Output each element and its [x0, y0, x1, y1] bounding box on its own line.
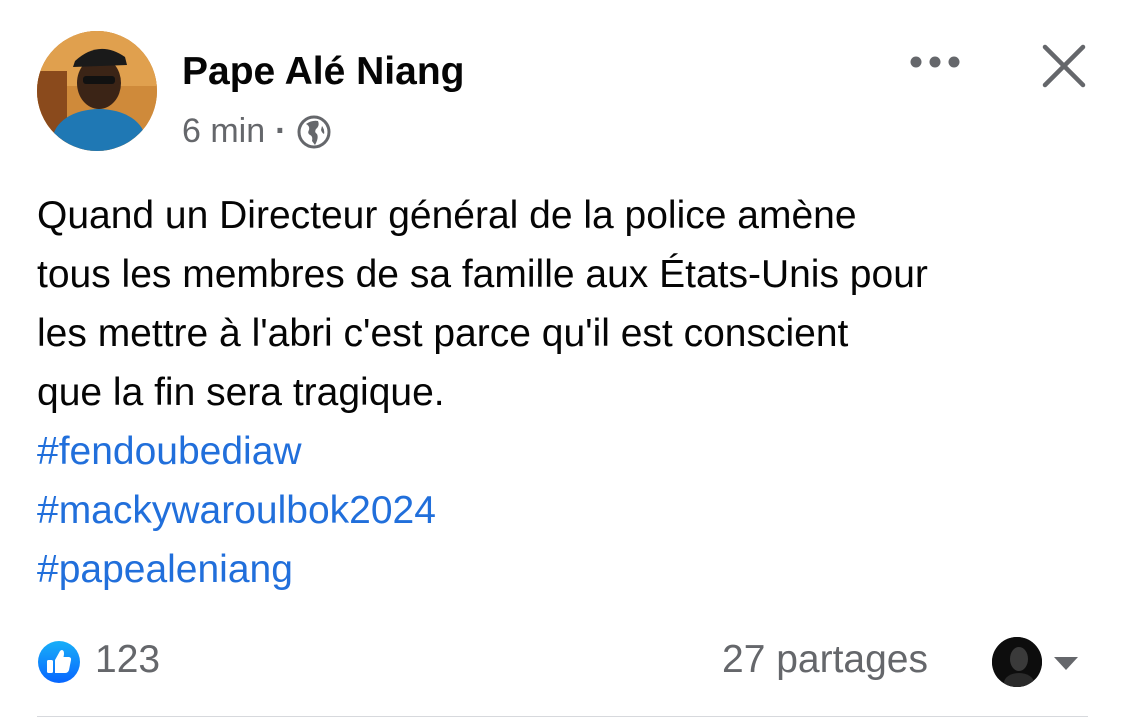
- like-icon[interactable]: [37, 640, 81, 684]
- globe-icon[interactable]: [296, 114, 332, 150]
- sharer-avatar-icon: [992, 637, 1042, 687]
- reaction-count[interactable]: 123: [95, 638, 160, 682]
- post-footer: 123 27 partages: [0, 630, 1125, 692]
- more-options-icon: [910, 56, 960, 68]
- post-header: Pape Alé Niang 6 min ·: [0, 0, 1125, 170]
- hashtag-link[interactable]: #mackywaroulbok2024: [37, 481, 1102, 540]
- close-button[interactable]: [1036, 38, 1092, 94]
- divider: [37, 716, 1088, 717]
- hashtag-link[interactable]: #papealeniang: [37, 540, 1102, 599]
- sharer-avatar[interactable]: [992, 637, 1042, 687]
- post-time[interactable]: 6 min: [182, 112, 265, 151]
- caret-down-icon[interactable]: [1052, 654, 1080, 672]
- hashtag-link[interactable]: #fendoubediaw: [37, 422, 1102, 481]
- more-options-button[interactable]: [905, 42, 965, 82]
- post-body: Quand un Directeur général de la police …: [37, 186, 1102, 599]
- profile-photo-icon: [37, 31, 157, 151]
- shares-count[interactable]: 27 partages: [722, 638, 928, 682]
- post-meta: 6 min ·: [182, 112, 332, 151]
- meta-separator: ·: [275, 112, 287, 150]
- post-text: Quand un Directeur général de la police …: [37, 194, 928, 414]
- author-name[interactable]: Pape Alé Niang: [182, 50, 464, 94]
- close-icon: [1042, 44, 1086, 88]
- author-avatar[interactable]: [37, 31, 157, 151]
